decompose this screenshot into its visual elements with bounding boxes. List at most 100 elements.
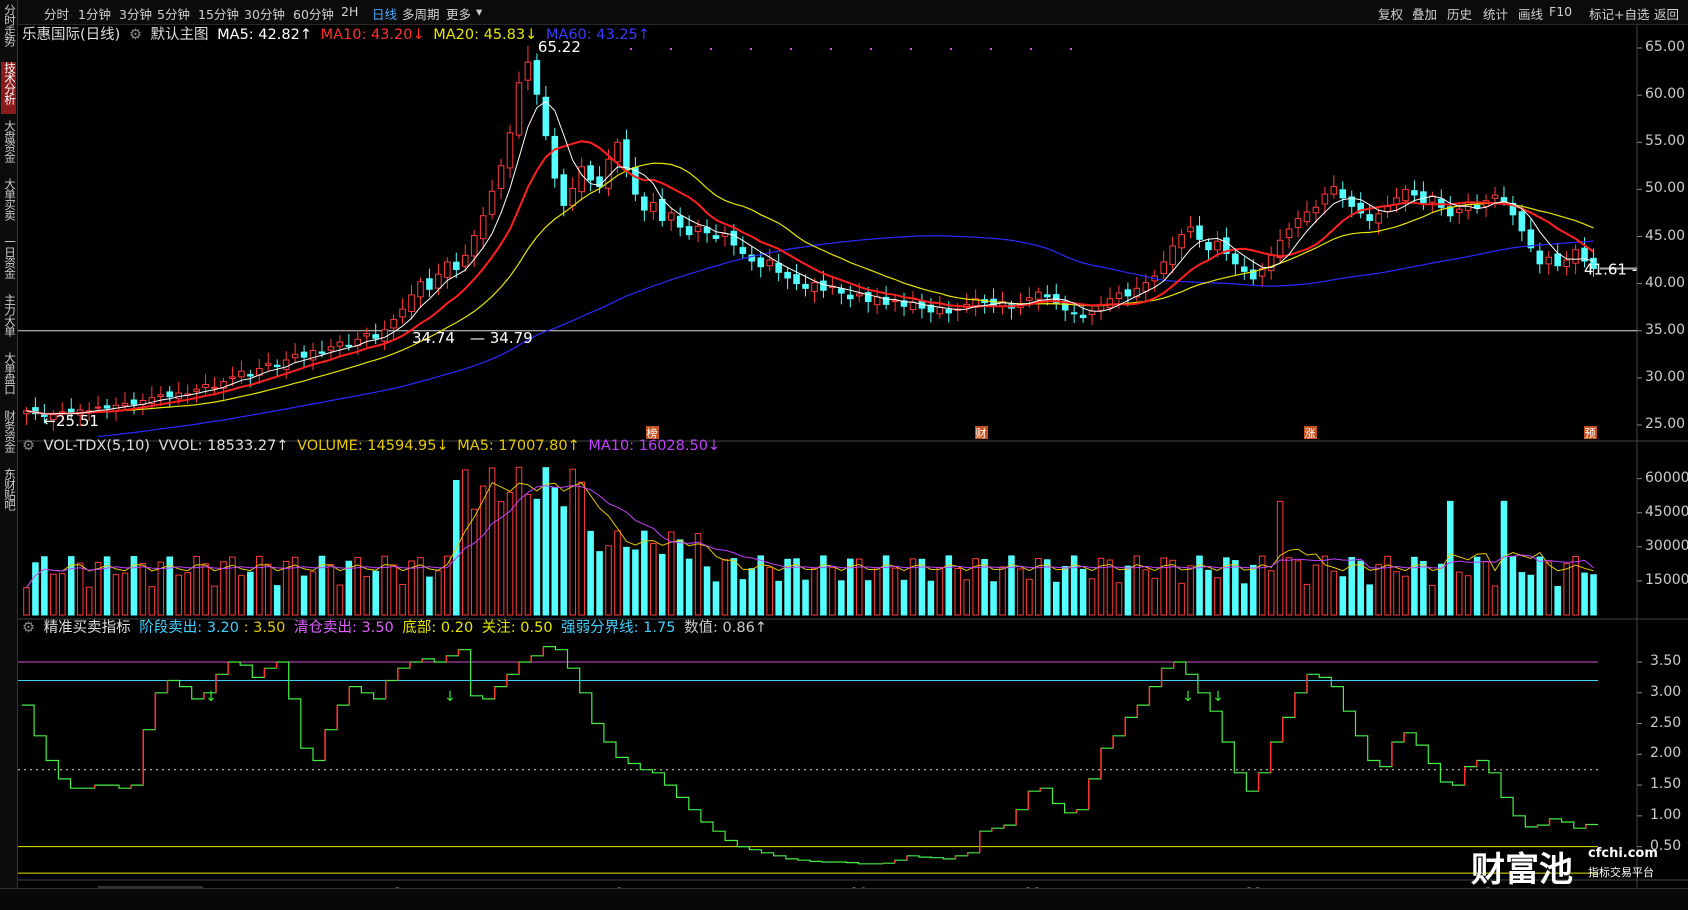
side-tab-6[interactable]: 大单盘口: [1, 352, 17, 404]
settings-icon[interactable]: ⚙: [129, 27, 142, 43]
toolbar-8[interactable]: 返回: [1654, 4, 1679, 23]
toolbar-6[interactable]: 标记: [1589, 4, 1614, 23]
period-5[interactable]: 30分钟: [244, 4, 285, 23]
period-7[interactable]: 2H: [341, 4, 358, 19]
volume-bar: [470, 508, 478, 616]
volume-bar: [533, 498, 541, 616]
candle-body: [667, 212, 675, 221]
candle-body: [157, 394, 165, 397]
candle-body: [524, 61, 532, 81]
volume-bar: [748, 568, 756, 616]
ma5-value: MA5: 42.82↑: [217, 27, 312, 43]
period-4[interactable]: 15分钟: [198, 4, 239, 23]
period-6[interactable]: 60分钟: [293, 4, 334, 23]
volume-bar: [1438, 563, 1445, 616]
candle-body: [1500, 197, 1508, 203]
candle-body: [1079, 314, 1087, 319]
vol-title[interactable]: VOL-TDX(5,10): [44, 438, 150, 454]
toolbar-2[interactable]: 历史: [1447, 4, 1472, 23]
volume-bar: [175, 574, 182, 616]
toolbar-4[interactable]: 画线: [1518, 4, 1543, 23]
candle-body: [1035, 291, 1042, 300]
side-tab-1[interactable]: 技术分析: [1, 62, 17, 114]
volume-bar: [676, 539, 684, 616]
chart-canvas[interactable]: 65.22←25.5134.74— 34.7941.61 -榜财涨预↓ ↓ ↓ ↓: [0, 0, 1688, 909]
toolbar-0[interactable]: 复权: [1378, 4, 1403, 23]
period-0[interactable]: 分时: [44, 4, 69, 23]
period-2[interactable]: 3分钟: [119, 4, 152, 23]
settings-icon[interactable]: ⚙: [22, 620, 35, 636]
volume-bar: [1285, 557, 1293, 616]
volume-bar: [1115, 582, 1123, 616]
volume-bar: [1491, 585, 1499, 616]
candle-body: [641, 196, 648, 211]
volume-bar: [59, 573, 66, 616]
stock-title[interactable]: 乐惠国际(日线): [22, 27, 120, 43]
volume-bar: [650, 542, 657, 616]
volume-bar: [211, 585, 218, 616]
numeric-value: 数值: 0.86↑: [684, 620, 767, 636]
settings-icon[interactable]: ⚙: [22, 438, 35, 454]
indicator-name[interactable]: 默认主图: [151, 27, 209, 43]
side-tab-8[interactable]: 东财贴吧: [1, 468, 17, 520]
candle-body: [694, 225, 702, 232]
volume-bar: [76, 562, 84, 616]
candle-body: [739, 247, 747, 254]
volume-bar: [1455, 571, 1463, 616]
toolbar-5[interactable]: F10: [1549, 4, 1572, 19]
volume-bar: [461, 469, 469, 616]
side-tab-0[interactable]: 分时走势: [1, 4, 17, 56]
ma10-value: MA10: 43.20↓: [320, 27, 425, 43]
candle-body: [202, 383, 209, 388]
side-tab-4[interactable]: 一日资金: [1, 236, 17, 288]
volume-bar: [1142, 569, 1150, 616]
side-tab-3[interactable]: 大单买卖: [1, 178, 17, 230]
volume-tick-label: 45000: [1645, 503, 1688, 520]
toolbar-1[interactable]: 叠加: [1412, 4, 1437, 23]
period-1[interactable]: 1分钟: [78, 4, 111, 23]
candle-body: [909, 301, 917, 310]
candle-body: [730, 230, 738, 246]
ma20-value: MA20: 45.83↓: [433, 27, 538, 43]
candle-body: [497, 165, 505, 189]
candle-body: [372, 334, 379, 339]
candle-body: [1124, 289, 1132, 297]
volume-bar: [515, 466, 523, 616]
volume-bar: [900, 579, 908, 616]
volume-bar: [1106, 559, 1114, 616]
volume-bar: [372, 570, 379, 616]
indicator-tick-label: 1.00: [1650, 806, 1682, 823]
low-price-label: ←25.51: [43, 412, 99, 430]
volume-bar: [1303, 583, 1311, 616]
more-dropdown-icon[interactable]: ▾: [476, 4, 482, 19]
period-3[interactable]: 5分钟: [157, 4, 190, 23]
period-10[interactable]: 更多: [446, 4, 471, 23]
indicator-title[interactable]: 精准买卖指标: [44, 620, 131, 636]
candle-body: [1572, 249, 1579, 264]
period-9[interactable]: 多周期: [402, 4, 440, 23]
candle-body: [1545, 256, 1553, 265]
volume-bar: [658, 553, 666, 616]
side-tab-7[interactable]: 财务资金: [1, 410, 17, 462]
volume-bar: [587, 530, 594, 616]
period-8[interactable]: 日线: [372, 4, 397, 23]
toolbar-7[interactable]: +自选: [1614, 4, 1649, 23]
price-tick-label: 35.00: [1645, 321, 1686, 338]
toolbar-3[interactable]: 统计: [1483, 4, 1508, 23]
volume-bar: [1044, 559, 1051, 616]
indicator-tick-label: 1.50: [1650, 776, 1682, 793]
volume-bar: [873, 567, 881, 616]
side-tab-2[interactable]: 大盘资金: [1, 120, 17, 172]
volume-bar: [999, 566, 1006, 616]
candle-body: [461, 254, 469, 267]
candle-body: [1402, 188, 1409, 202]
side-tab-5[interactable]: 主力大单: [1, 294, 17, 346]
volume-bar: [1429, 584, 1436, 616]
candle-body: [1384, 205, 1391, 213]
candle-body: [855, 293, 863, 297]
volume-bar: [775, 580, 782, 616]
volume-bar: [963, 579, 970, 616]
volume-bar: [148, 586, 156, 616]
bottom-bar: [0, 888, 1688, 910]
volume-bar: [336, 584, 344, 616]
